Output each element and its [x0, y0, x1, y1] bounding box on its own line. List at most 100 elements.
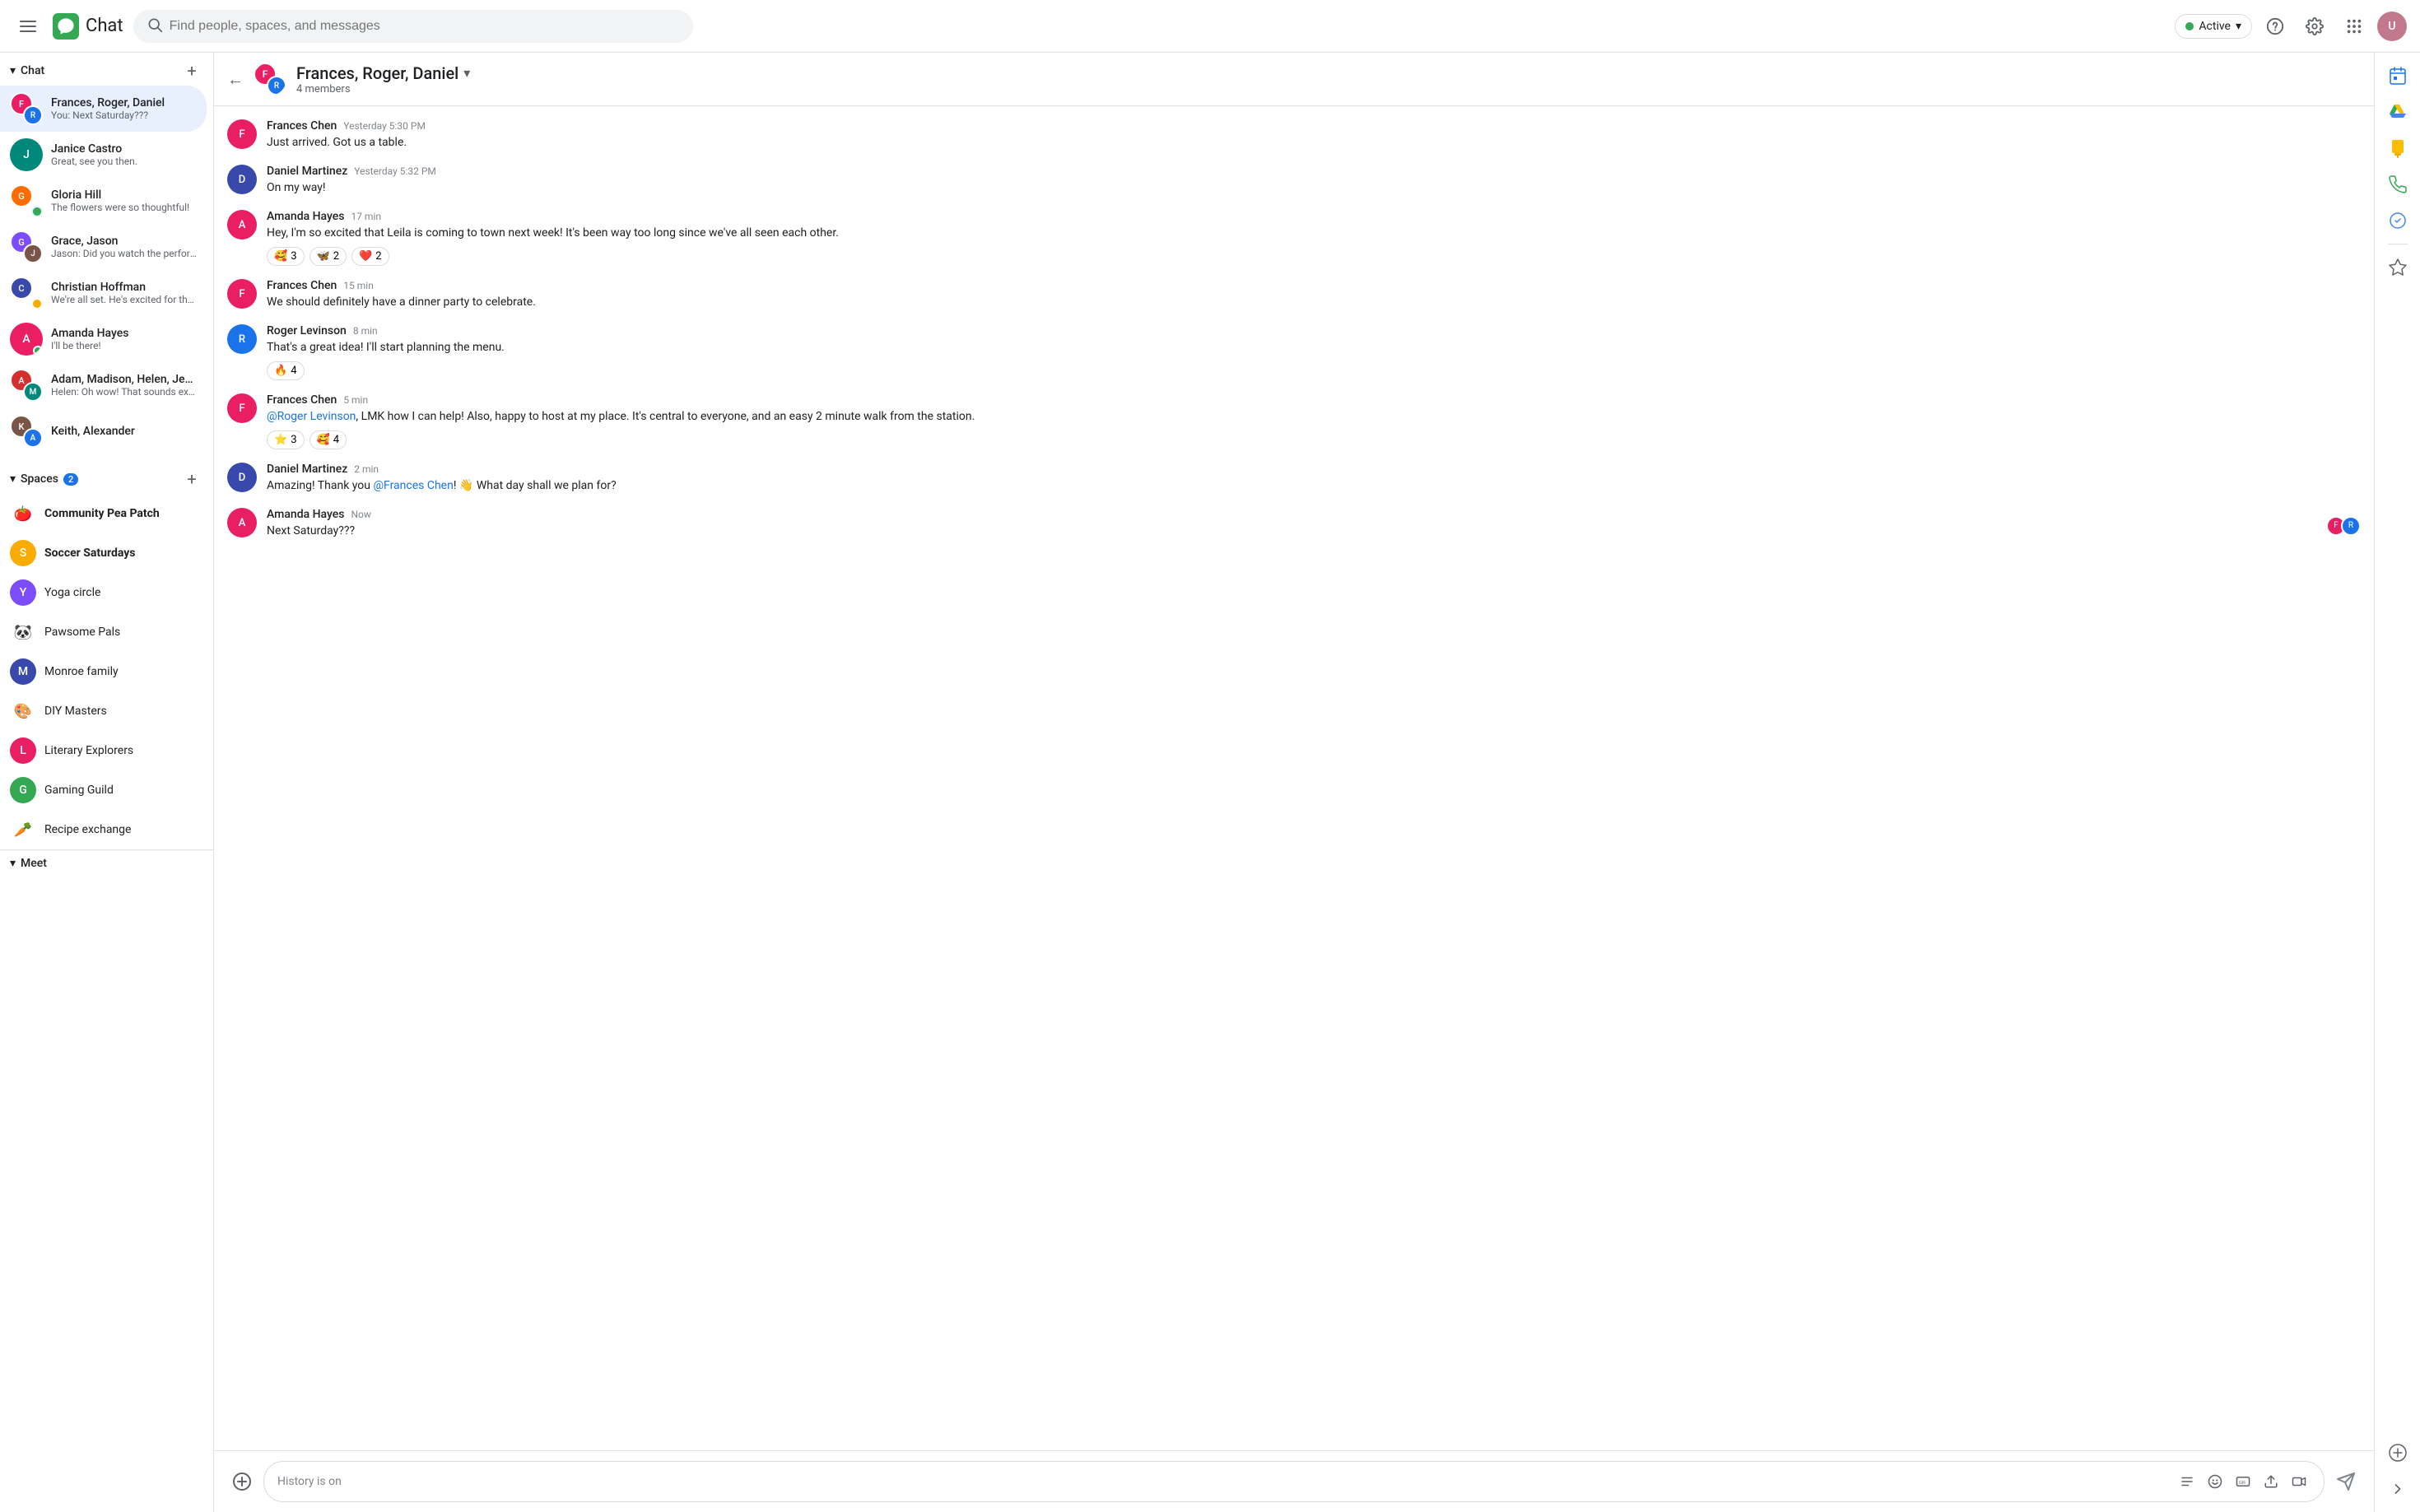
send-button[interactable] [2331, 1467, 2361, 1496]
chat-item-gloria-hill[interactable]: G Gloria Hill The flowers were so though… [0, 178, 207, 224]
msg-sender: Roger Levinson [267, 324, 347, 337]
msg-text: On my way! [267, 179, 2361, 197]
add-content-button[interactable] [227, 1467, 257, 1496]
search-input[interactable] [170, 19, 680, 34]
space-item-community-pea-patch[interactable]: 🍅 Community Pea Patch [0, 494, 207, 533]
phone-icon-btn[interactable] [2381, 168, 2414, 201]
active-status-btn[interactable]: Active ▾ [2175, 14, 2252, 39]
upload-button[interactable] [2259, 1470, 2283, 1493]
space-item-yoga-circle[interactable]: Y Yoga circle [0, 573, 207, 612]
gif-button[interactable]: GIF [2232, 1470, 2255, 1493]
hamburger-menu[interactable] [13, 14, 43, 39]
reaction-hug2[interactable]: 🥰 4 [309, 430, 347, 449]
multi-avatar-grace: G J [10, 230, 43, 263]
expand-button[interactable] [2381, 1472, 2414, 1505]
msg-content: Daniel Martinez Yesterday 5:32 PM On my … [267, 165, 2361, 197]
spaces-chevron: ▾ [10, 472, 16, 486]
space-name: DIY Masters [44, 705, 107, 718]
chat-header-members: 4 members [296, 83, 2361, 95]
settings-button[interactable] [2298, 10, 2331, 43]
user-avatar[interactable]: U [2377, 12, 2407, 41]
msg-content: Frances Chen 5 min @Roger Levinson, LMK … [267, 393, 2361, 449]
keep-icon-btn[interactable] [2381, 132, 2414, 165]
msg-avatar-roger: R [227, 324, 257, 354]
msg-reactions: 🥰 3 🦋 2 ❤️ 2 [267, 247, 2361, 266]
calendar-icon-btn[interactable] [2381, 59, 2414, 92]
mention-frances[interactable]: @Frances Chen [373, 479, 453, 492]
status-dot [31, 298, 43, 309]
message-7: D Daniel Martinez 2 min Amazing! Thank y… [227, 463, 2361, 495]
meet-section[interactable]: ▾ Meet [0, 849, 213, 877]
message-6: F Frances Chen 5 min @Roger Levinson, LM… [227, 393, 2361, 449]
space-item-literary-explorers[interactable]: L Literary Explorers [0, 731, 207, 770]
drive-icon-btn[interactable] [2381, 95, 2414, 128]
msg-time: 17 min [351, 211, 381, 222]
space-item-recipe-exchange[interactable]: 🥕 Recipe exchange [0, 810, 207, 849]
space-item-monroe-family[interactable]: M Monroe family [0, 652, 207, 691]
chat-item-janice-castro[interactable]: J Janice Castro Great, see you then. [0, 132, 207, 178]
reaction-heart[interactable]: ❤️ 2 [351, 247, 389, 266]
space-item-diy-masters[interactable]: 🎨 DIY Masters [0, 691, 207, 731]
header-av2: R [267, 76, 286, 95]
avatar-amanda: A [10, 323, 43, 356]
back-button[interactable]: ← [227, 69, 244, 90]
msg-sender: Frances Chen [267, 279, 337, 292]
msg-content: Frances Chen 15 min We should definitely… [267, 279, 2361, 311]
app-title: Chat [86, 16, 123, 36]
msg-header: Amanda Hayes Now [267, 508, 371, 521]
help-button[interactable] [2259, 10, 2292, 43]
space-item-gaming-guild[interactable]: G Gaming Guild [0, 770, 207, 810]
active-caret: ▾ [2236, 20, 2241, 33]
space-name: Recipe exchange [44, 823, 131, 836]
add-chat-button[interactable]: + [180, 59, 203, 82]
chat-item-amanda-hayes[interactable]: A Amanda Hayes I'll be there! [0, 316, 207, 362]
chat-preview: The flowers were so thoughtful! [51, 202, 197, 213]
chat-item-christian-hoffman[interactable]: C Christian Hoffman We're all set. He's … [0, 270, 207, 316]
active-label: Active [2199, 20, 2231, 33]
chat-item-adam-madison-helen-jeffrey[interactable]: A M Adam, Madison, Helen, Jeffrey Helen:… [0, 362, 207, 408]
search-wrapper[interactable] [133, 10, 693, 43]
reaction-hug[interactable]: 🥰 3 [267, 247, 305, 266]
add-app-button[interactable] [2381, 1436, 2414, 1469]
msg-text: @Roger Levinson, LMK how I can help! Als… [267, 408, 2361, 426]
spaces-section-header[interactable]: ▾ Spaces 2 + [0, 461, 213, 494]
reaction-butterfly[interactable]: 🦋 2 [309, 247, 347, 266]
msg-avatar-frances: F [227, 279, 257, 309]
msg-text: We should definitely have a dinner party… [267, 294, 2361, 311]
text-format-button[interactable] [2176, 1470, 2199, 1493]
space-letter-yoga: Y [10, 579, 36, 606]
space-item-pawsome-pals[interactable]: 🐼 Pawsome Pals [0, 612, 207, 652]
reaction-fire[interactable]: 🔥 4 [267, 361, 305, 380]
msg-text: Hey, I'm so excited that Leila is coming… [267, 225, 2361, 242]
mention-roger[interactable]: @Roger Levinson [267, 410, 356, 423]
apps-button[interactable] [2338, 10, 2371, 43]
avatar2: M [23, 382, 43, 402]
chat-item-keith-alexander[interactable]: K A Keith, Alexander [0, 408, 207, 454]
chat-preview: I'll be there! [51, 340, 197, 351]
meet-title[interactable]: ▾ Meet [10, 857, 203, 870]
video-button[interactable] [2287, 1470, 2311, 1493]
chat-item-frances-roger-daniel[interactable]: F R Frances, Roger, Daniel You: Next Sat… [0, 86, 207, 132]
msg-sender: Amanda Hayes [267, 210, 344, 223]
star-icon-btn[interactable] [2381, 251, 2414, 284]
chat-header-name[interactable]: Frances, Roger, Daniel ▾ [296, 63, 2361, 83]
reaction-star[interactable]: ⭐ 3 [267, 430, 305, 449]
msg-left: Amanda Hayes Now Next Saturday??? [267, 508, 371, 540]
msg-time: 2 min [354, 463, 379, 475]
chat-info: Frances, Roger, Daniel You: Next Saturda… [51, 96, 197, 121]
chat-item-grace-jason[interactable]: G J Grace, Jason Jason: Did you watch th… [0, 224, 207, 270]
message-input-box[interactable]: History is on GIF [263, 1461, 2325, 1502]
emoji-button[interactable] [2204, 1470, 2227, 1493]
chat-name: Christian Hoffman [51, 281, 197, 294]
msg-header: Daniel Martinez 2 min [267, 463, 2361, 476]
chat-section-header[interactable]: ▾ Chat + [0, 53, 213, 86]
spaces-badge: 2 [63, 473, 78, 486]
message-3: A Amanda Hayes 17 min Hey, I'm so excite… [227, 210, 2361, 266]
add-space-button[interactable]: + [180, 468, 203, 491]
space-icon-community: 🍅 [10, 500, 36, 527]
msg-content: Amanda Hayes 17 min Hey, I'm so excited … [267, 210, 2361, 266]
tasks-icon-btn[interactable] [2381, 204, 2414, 237]
space-name: Pawsome Pals [44, 626, 120, 639]
space-item-soccer-saturdays[interactable]: S Soccer Saturdays [0, 533, 207, 573]
space-name: Gaming Guild [44, 784, 114, 797]
